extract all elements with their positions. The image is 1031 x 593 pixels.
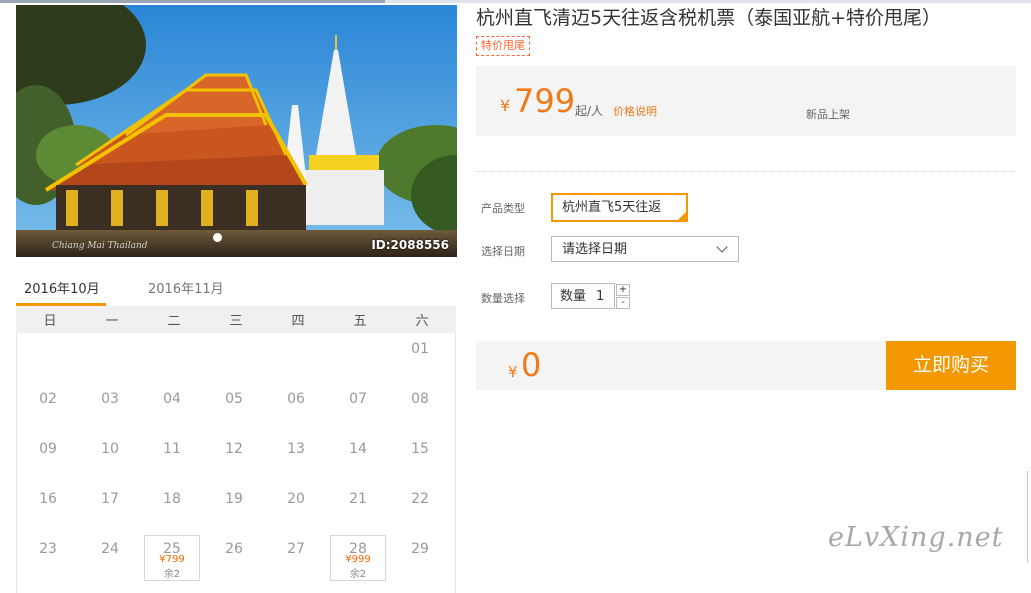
total-panel: ¥ 0	[476, 341, 886, 390]
date-label: 选择日期	[481, 245, 525, 258]
quantity-label: 数量选择	[481, 292, 525, 305]
calendar-day[interactable]: 28	[327, 541, 389, 557]
calendar-day[interactable]: 22	[389, 491, 451, 507]
calendar-day-stock: 余2	[349, 569, 367, 580]
temple-illustration	[16, 5, 457, 257]
calendar-day[interactable]: 12	[203, 441, 265, 457]
calendar-day[interactable]: 10	[79, 441, 141, 457]
calendar-day[interactable]: 14	[327, 441, 389, 457]
calendar-day[interactable]: 19	[203, 491, 265, 507]
calendar-day[interactable]: 01	[389, 341, 451, 357]
selected-corner-icon	[678, 212, 686, 220]
new-product-label: 新品上架	[806, 108, 850, 121]
price-value: 799	[514, 82, 576, 120]
calendar-day[interactable]: 09	[17, 441, 79, 457]
date-select[interactable]: 请选择日期	[551, 236, 739, 262]
quantity-increment-button[interactable]: +	[616, 284, 630, 296]
calendar-day[interactable]: 26	[203, 541, 265, 557]
calendar-day[interactable]: 20	[265, 491, 327, 507]
calendar-day[interactable]: 02	[17, 391, 79, 407]
calendar-day[interactable]: 17	[79, 491, 141, 507]
photo-id-label: ID:2088556	[371, 238, 449, 252]
calendar-day[interactable]: 25	[141, 541, 203, 557]
calendar-month-tabs: 2016年10月 2016年11月	[16, 272, 456, 306]
calendar-day[interactable]: 29	[389, 541, 451, 557]
quantity-prefix: 数量	[560, 289, 587, 304]
product-type-value: 杭州直飞5天往返	[562, 200, 662, 215]
product-title: 杭州直飞清迈5天往返含税机票（泰国亚航+特价甩尾）	[476, 7, 942, 29]
weekday-sun: 日	[43, 314, 57, 329]
tab-month-nov[interactable]: 2016年11月	[148, 278, 224, 297]
calendar-weekday-header: 日 一 二 三 四 五 六	[16, 306, 456, 333]
price-note-link[interactable]: 价格说明	[613, 103, 657, 119]
calendar-day-stock: 余2	[163, 569, 181, 580]
calendar-day[interactable]: 05	[203, 391, 265, 407]
chevron-down-icon	[716, 241, 728, 253]
watermark: eLvXing.net	[828, 522, 1004, 553]
quantity-decrement-button[interactable]: -	[616, 297, 630, 309]
calendar-day[interactable]: 07	[327, 391, 389, 407]
calendar-day[interactable]: 06	[265, 391, 327, 407]
carousel-dot[interactable]	[213, 233, 222, 242]
price-panel: ¥ 799 起/人 价格说明 新品上架	[476, 66, 1016, 136]
calendar-day[interactable]: 21	[327, 491, 389, 507]
calendar-day[interactable]: 16	[17, 491, 79, 507]
product-type-option[interactable]: 杭州直飞5天往返	[551, 193, 688, 222]
total-currency: ¥	[508, 363, 518, 381]
price-currency: ¥	[500, 96, 511, 115]
price-unit: 起/人	[575, 104, 604, 118]
calendar-day[interactable]: 13	[265, 441, 327, 457]
calendar-day[interactable]: 15	[389, 441, 451, 457]
calendar-day[interactable]: 08	[389, 391, 451, 407]
weekday-tue: 二	[167, 314, 181, 329]
date-select-value: 请选择日期	[562, 242, 628, 257]
calendar-day[interactable]: 27	[265, 541, 327, 557]
top-border-accent	[0, 0, 385, 3]
weekday-mon: 一	[105, 314, 119, 329]
edge-divider	[1027, 471, 1028, 563]
weekday-thu: 四	[291, 314, 305, 329]
calendar-day[interactable]: 11	[141, 441, 203, 457]
calendar-day[interactable]: 18	[141, 491, 203, 507]
weekday-fri: 五	[353, 314, 367, 329]
quantity-field[interactable]: 数量 1	[551, 283, 615, 309]
calendar-day[interactable]: 24	[79, 541, 141, 557]
quantity-value: 1	[596, 289, 605, 304]
tab-month-oct[interactable]: 2016年10月	[24, 278, 100, 297]
buy-now-button[interactable]: 立即购买	[886, 341, 1016, 390]
weekday-sat: 六	[415, 314, 429, 329]
product-type-label: 产品类型	[481, 202, 525, 215]
weekday-wed: 三	[229, 314, 243, 329]
calendar-day[interactable]: 04	[141, 391, 203, 407]
photo-signature: Chiang Mai Thailand	[52, 241, 148, 251]
special-offer-tag: 特价甩尾	[476, 36, 530, 56]
calendar-grid: 01 02 03 04 05 06 07 08 09 10 11 12 13 14 15 16 17 18 19 20…	[16, 333, 456, 593]
total-value: 0	[521, 346, 542, 384]
divider	[476, 171, 1016, 172]
calendar-day[interactable]: 23	[17, 541, 79, 557]
calendar-day[interactable]: 03	[79, 391, 141, 407]
product-photo: Chiang Mai Thailand ID:2088556	[16, 5, 457, 257]
